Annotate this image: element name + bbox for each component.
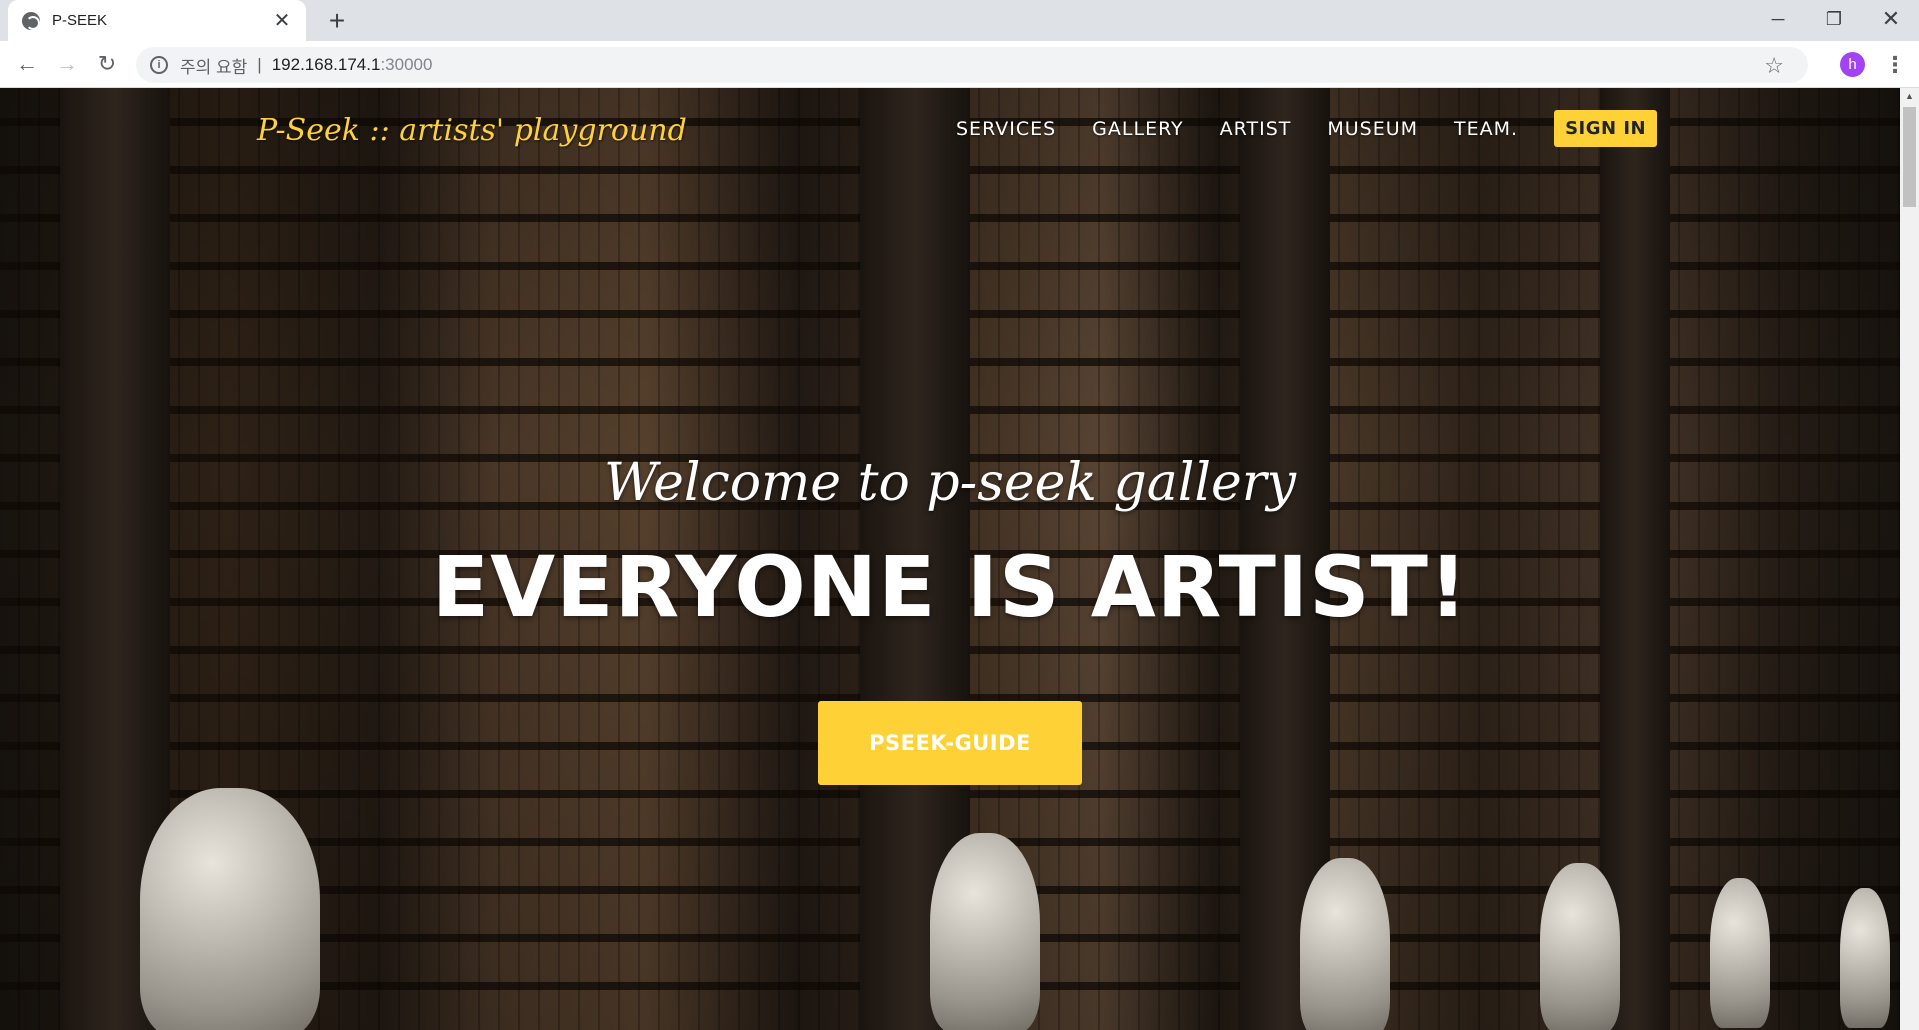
security-separator: | (257, 55, 262, 74)
bookmark-star-icon[interactable]: ☆ (1764, 53, 1784, 79)
info-icon[interactable]: i (150, 56, 168, 74)
marble-bust-image (140, 788, 320, 1030)
globe-icon (22, 11, 40, 30)
marble-bust-image (930, 833, 1040, 1030)
nav-link-artist[interactable]: ARTIST (1220, 118, 1292, 140)
marble-bust-image (1540, 863, 1620, 1030)
hero-subheading: Welcome to p-seek gallery (603, 453, 1297, 513)
scroll-thumb[interactable] (1903, 107, 1916, 207)
maximize-button[interactable]: ❐ (1806, 0, 1862, 41)
profile-avatar[interactable]: h (1840, 52, 1865, 77)
address-bar[interactable]: i 주의 요함 | 192.168.174.1 :30000 ☆ (136, 47, 1808, 83)
page-scrollbar[interactable]: ▲ (1900, 88, 1919, 1030)
reload-icon[interactable]: ↻ (92, 49, 122, 79)
forward-arrow-icon[interactable]: → (52, 49, 82, 79)
pseek-guide-button[interactable]: PSEEK-GUIDE (818, 701, 1082, 785)
scroll-up-arrow-icon[interactable]: ▲ (1900, 88, 1919, 105)
browser-menu-icon[interactable]: ⋮ (1884, 50, 1906, 80)
nav-link-services[interactable]: SERVICES (956, 118, 1056, 140)
nav-link-team[interactable]: TEAM. (1454, 118, 1518, 140)
url-host: 192.168.174.1 (271, 55, 381, 74)
url-port: :30000 (380, 55, 433, 74)
marble-bust-image (1840, 888, 1890, 1028)
browser-toolbar: ← → ↻ i 주의 요함 | 192.168.174.1 :30000 ☆ h… (0, 41, 1919, 88)
site-brand-logo[interactable]: P-Seek :: artists' playground (257, 113, 687, 148)
security-label: 주의 요함 (180, 57, 248, 77)
window-close-button[interactable]: ✕ (1863, 0, 1919, 41)
nav-link-gallery[interactable]: GALLERY (1092, 118, 1184, 140)
browser-tab[interactable]: P-SEEK ✕ (8, 0, 306, 41)
site-navigation: SERVICES GALLERY ARTIST MUSEUM TEAM. SIG… (956, 110, 1658, 147)
hero-heading: EVERYONE IS ARTIST! (431, 538, 1469, 636)
tab-bar: P-SEEK ✕ + ─ ❐ ✕ (0, 0, 1919, 41)
marble-bust-image (1710, 878, 1770, 1028)
hero-section: P-Seek :: artists' playground SERVICES G… (0, 88, 1900, 1030)
marble-bust-image (1300, 858, 1390, 1030)
back-arrow-icon[interactable]: ← (12, 49, 42, 79)
tab-title: P-SEEK (52, 12, 108, 29)
minimize-button[interactable]: ─ (1750, 0, 1806, 41)
new-tab-button[interactable]: + (323, 7, 351, 36)
close-tab-icon[interactable]: ✕ (272, 11, 292, 31)
sign-in-button[interactable]: SIGN IN (1554, 110, 1658, 147)
nav-link-museum[interactable]: MUSEUM (1327, 118, 1418, 140)
